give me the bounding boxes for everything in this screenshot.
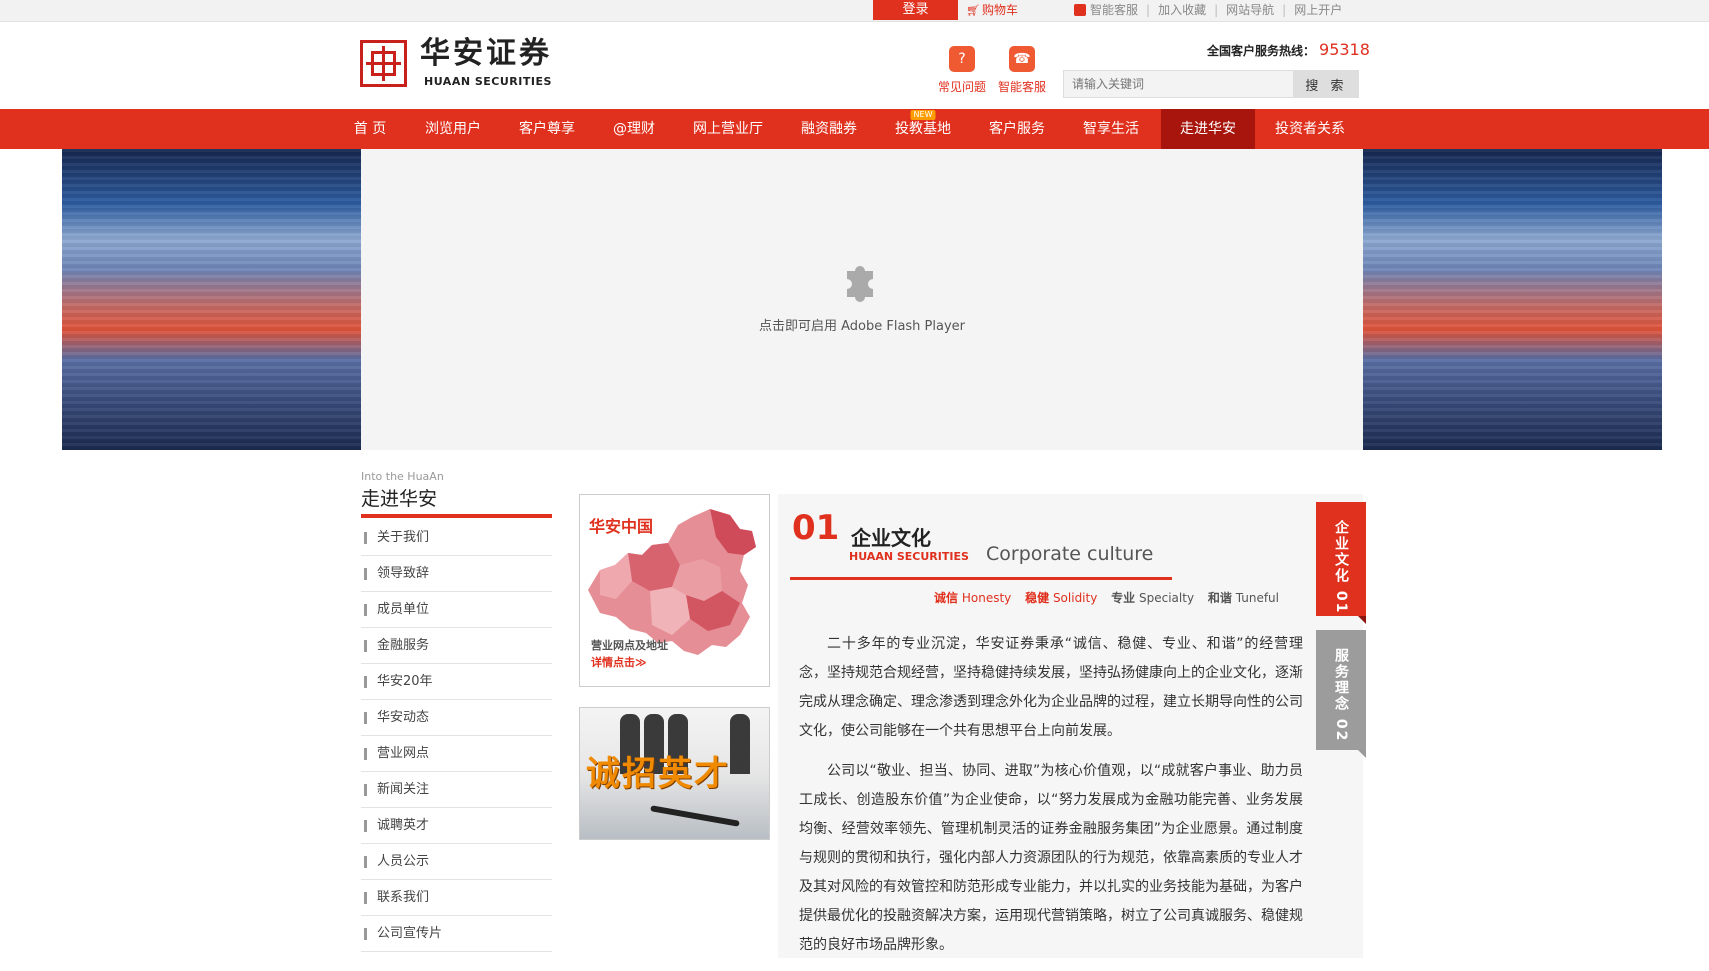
top-link-open-account[interactable]: 网上开户: [1294, 3, 1342, 17]
nav-home[interactable]: 首 页: [340, 109, 400, 149]
tab-label: 企业文化 01: [1333, 520, 1349, 615]
tab-label: 服务理念 02: [1333, 648, 1349, 743]
value-cn: 专业: [1111, 591, 1136, 605]
search-button[interactable]: 搜 索: [1294, 70, 1359, 98]
search-input[interactable]: [1063, 70, 1294, 98]
nav-education[interactable]: NEW 投教基地: [882, 109, 964, 149]
pen-icon: [650, 805, 740, 827]
smart-service-link[interactable]: ☎︎ 智能客服: [992, 46, 1052, 95]
nav-investor-relations[interactable]: 投资者关系: [1262, 109, 1358, 149]
tab-service-philosophy[interactable]: 服务理念 02: [1316, 630, 1366, 758]
cart-icon: 🛒︎: [966, 4, 980, 17]
cart-link[interactable]: 🛒︎ 购物车: [966, 2, 1018, 19]
top-links: 智能客服 | 加入收藏 | 网站导航 | 网上开户: [1074, 2, 1342, 18]
sidebar-item-promo-video[interactable]: 公司宣传片: [361, 916, 552, 952]
sidebar-item-about[interactable]: 关于我们: [361, 520, 552, 556]
nav-about-huaan[interactable]: 走进华安: [1161, 109, 1255, 149]
hotline-number: 95318: [1319, 40, 1370, 59]
flash-placeholder[interactable]: 点击即可启用 Adobe Flash Player: [361, 149, 1363, 450]
smart-service-label: 智能客服: [997, 80, 1046, 94]
paragraph: 公司以“敬业、担当、协同、进取”为核心价值观，以“成就客户事业、助力员工成长、创…: [799, 763, 1303, 953]
paragraph: 二十多年的专业沉淀，华安证券秉承“诚信、稳健、专业、和谐”的经营理念，坚持规范合…: [799, 636, 1303, 739]
nav-education-label: 投教基地: [895, 121, 951, 137]
login-button[interactable]: 登录: [873, 0, 958, 20]
plugin-puzzle-icon: [847, 266, 873, 302]
sidebar-item-financial-services[interactable]: 金融服务: [361, 628, 552, 664]
top-link-ai-service[interactable]: 智能客服: [1090, 3, 1138, 17]
value-en: Tuneful: [1235, 591, 1279, 605]
value-cn: 和谐: [1207, 591, 1232, 605]
sidebar-item-branches[interactable]: 营业网点: [361, 736, 552, 772]
nav-vip[interactable]: 客户尊享: [506, 109, 588, 149]
tab-corporate-culture[interactable]: 企业文化 01: [1316, 502, 1366, 624]
nav-smart-life[interactable]: 智享生活: [1070, 109, 1152, 149]
section-title-en: Corporate culture: [986, 543, 1154, 565]
map-promo-link[interactable]: 详情点击≫: [591, 654, 647, 670]
logo-text-en: HUAAN SECURITIES: [424, 75, 552, 88]
sidebar-item-contact[interactable]: 联系我们: [361, 880, 552, 916]
logo-text-cn[interactable]: 华安证券: [420, 36, 552, 72]
map-promo-text: 营业网点及地址: [591, 639, 668, 652]
sidebar-item-staff-notice[interactable]: 人员公示: [361, 844, 552, 880]
nav-customer-service[interactable]: 客户服务: [976, 109, 1058, 149]
sidebar-item-leadership[interactable]: 领导致辞: [361, 556, 552, 592]
hotline: 全国客户服务热线： 95318: [1207, 40, 1370, 59]
recruitment-promo-text: 诚招英才: [586, 754, 730, 794]
top-bar: 登录 🛒︎ 购物车 智能客服 | 加入收藏 | 网站导航 | 网上开户: [0, 0, 1709, 22]
value-en: Honesty: [961, 591, 1012, 605]
value-cn: 诚信: [934, 591, 959, 605]
faq-label: 常见问题: [937, 80, 986, 94]
section-divider: [790, 577, 1172, 580]
value-en: Specialty: [1139, 591, 1195, 605]
section-number: 01: [792, 508, 840, 548]
section-title-cn: 企业文化: [851, 526, 931, 550]
sidebar-item-20-years[interactable]: 华安20年: [361, 664, 552, 700]
robot-icon: [1074, 4, 1086, 16]
divider: |: [1214, 3, 1219, 17]
divider: |: [1146, 3, 1151, 17]
value-cn: 稳健: [1025, 591, 1050, 605]
flash-text: 点击即可启用 Adobe Flash Player: [758, 319, 966, 334]
sidebar-title: 走进华安: [361, 488, 438, 510]
divider: |: [1282, 3, 1287, 17]
sidebar-item-members[interactable]: 成员单位: [361, 592, 552, 628]
nav-browse-users[interactable]: 浏览用户: [412, 109, 494, 149]
headset-icon: ☎︎: [1009, 46, 1035, 72]
recruitment-promo[interactable]: 诚招英才: [579, 707, 770, 840]
branch-map-promo[interactable]: 华安中国 营业网点及地址 详情点击≫: [579, 494, 770, 687]
new-badge: NEW: [910, 110, 936, 120]
nav-wealth[interactable]: @理财: [600, 109, 668, 149]
section-subtitle: HUAAN SECURITIES: [849, 550, 969, 563]
question-icon: ?: [949, 46, 975, 72]
section-body: 二十多年的专业沉淀，华安证券秉承“诚信、稳健、专业、和谐”的经营理念，坚持规范合…: [799, 630, 1303, 971]
sidebar-subtitle: Into the HuaAn: [361, 470, 444, 483]
sidebar-menu: 关于我们 领导致辞 成员单位 金融服务 华安20年 华安动态 营业网点 新闻关注…: [361, 520, 552, 952]
top-link-favorite[interactable]: 加入收藏: [1158, 3, 1206, 17]
sidebar-item-news[interactable]: 华安动态: [361, 700, 552, 736]
sidebar-item-careers[interactable]: 诚聘英才: [361, 808, 552, 844]
faq-link[interactable]: ? 常见问题: [932, 46, 992, 95]
nav-online-hall[interactable]: 网上营业厅: [680, 109, 776, 149]
logo-mark-icon[interactable]: [360, 40, 407, 87]
sidebar-item-media[interactable]: 新闻关注: [361, 772, 552, 808]
cart-label: 购物车: [981, 3, 1018, 17]
top-link-sitemap[interactable]: 网站导航: [1226, 3, 1274, 17]
map-promo-title: 华安中国: [589, 517, 654, 536]
nav-margin[interactable]: 融资融券: [788, 109, 870, 149]
sidebar-divider: [361, 514, 552, 518]
core-values: 诚信 Honesty 稳健 Solidity 专业 Specialty 和谐 T…: [934, 589, 1289, 606]
main-nav: 首 页 浏览用户 客户尊享 @理财 网上营业厅 融资融券 NEW 投教基地 客户服…: [0, 109, 1709, 149]
value-en: Solidity: [1052, 591, 1098, 605]
hotline-label: 全国客户服务热线：: [1207, 44, 1316, 58]
